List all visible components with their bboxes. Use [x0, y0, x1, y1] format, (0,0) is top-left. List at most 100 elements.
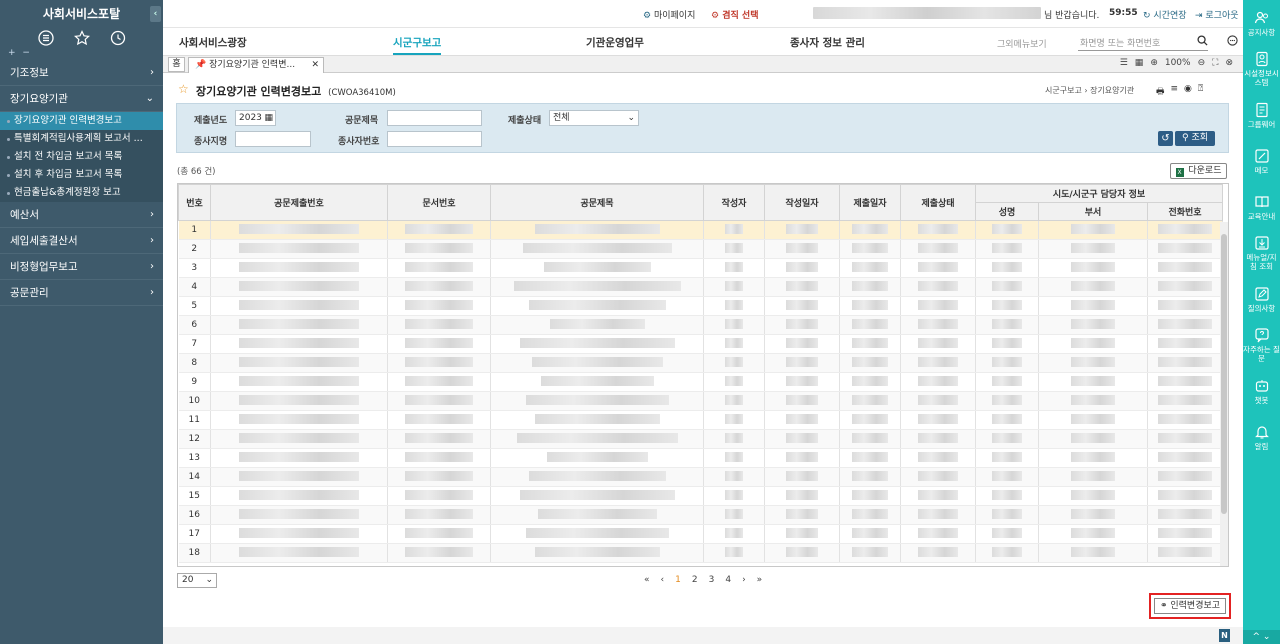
next-page-button[interactable]: ›: [742, 575, 746, 585]
list-icon[interactable]: ≡: [1171, 84, 1179, 100]
table-row[interactable]: 2: [178, 239, 1224, 259]
sidebar-menu-ltc-institution[interactable]: 장기요양기관 ⌄: [0, 86, 163, 112]
quick-chatbot[interactable]: 챗봇: [1243, 368, 1280, 414]
role-select-link[interactable]: ⚙ 겸직 선택: [711, 8, 758, 21]
favorite-star-icon[interactable]: [73, 29, 91, 47]
page-button[interactable]: 3: [709, 575, 715, 585]
tab-current-page[interactable]: 📌 장기요양기관 인력변... ✕: [188, 57, 324, 73]
col-header-no[interactable]: 번호: [178, 184, 211, 221]
quick-notice[interactable]: 공지사항: [1243, 0, 1280, 46]
table-row[interactable]: 3: [178, 258, 1224, 278]
sidebar-subitem-cash-ledger[interactable]: 현금출납&총계정원장 보고: [0, 184, 163, 202]
first-page-button[interactable]: «: [644, 575, 650, 585]
quick-notifications[interactable]: 알림: [1243, 414, 1280, 460]
nav-institution-ops[interactable]: 기관운영업무: [586, 35, 644, 50]
sidebar-subitem-loan-before[interactable]: 설치 전 차입금 보고서 목록: [0, 148, 163, 166]
close-all-icon[interactable]: ⊗: [1225, 58, 1233, 68]
quick-facility-system[interactable]: 시설정보시스템: [1243, 46, 1280, 92]
page-button[interactable]: 4: [725, 575, 731, 585]
col-header-officer-phone[interactable]: 전화번호: [1146, 202, 1224, 221]
quick-bar-scroll[interactable]: ^ ⌄: [1243, 630, 1280, 644]
staff-change-report-button[interactable]: ⚭ 인력변경보고: [1154, 598, 1226, 614]
table-row[interactable]: 13: [178, 448, 1224, 468]
search-button[interactable]: ⚲ 조회: [1175, 131, 1215, 146]
quick-memo[interactable]: 메모: [1243, 138, 1280, 184]
last-page-button[interactable]: »: [757, 575, 763, 585]
sidebar-menu-settlement[interactable]: 세입세출결산서 ›: [0, 228, 163, 254]
sidebar-menu-basic-info[interactable]: 기조정보 ›: [0, 60, 163, 86]
table-row[interactable]: 14: [178, 467, 1224, 487]
quick-faq[interactable]: 자주하는 질문: [1243, 322, 1280, 368]
col-header-doc-no[interactable]: 문서번호: [387, 184, 491, 221]
nav-social-service-plaza[interactable]: 사회서비스광장: [179, 35, 247, 50]
sidebar-subitem-loan-after[interactable]: 설치 후 차입금 보고서 목록: [0, 166, 163, 184]
prev-page-button[interactable]: ‹: [661, 575, 665, 585]
doc-title-input[interactable]: [387, 110, 482, 126]
search-icon[interactable]: [1197, 35, 1208, 49]
help-icon[interactable]: ⍰: [1198, 84, 1203, 100]
page-button[interactable]: 1: [675, 575, 681, 585]
tab-grid-icon[interactable]: ▦: [1135, 58, 1144, 68]
col-header-submit-no[interactable]: 공문제출번호: [210, 184, 388, 221]
zoom-icon[interactable]: ⊕: [1150, 58, 1158, 68]
table-row[interactable]: 5: [178, 296, 1224, 316]
quick-groupware[interactable]: 그룹웨어: [1243, 92, 1280, 138]
table-row[interactable]: 17: [178, 524, 1224, 544]
col-header-submit-date[interactable]: 제출일자: [839, 184, 901, 221]
table-row[interactable]: 4: [178, 277, 1224, 297]
table-row[interactable]: 7: [178, 334, 1224, 354]
quick-manual[interactable]: 메뉴얼/지침 조회: [1243, 230, 1280, 276]
col-header-written-date[interactable]: 작성일자: [764, 184, 840, 221]
scrollbar-thumb[interactable]: [1221, 234, 1227, 514]
table-row[interactable]: 12: [178, 429, 1224, 449]
quick-education[interactable]: 교육안내: [1243, 184, 1280, 230]
col-header-writer[interactable]: 작성자: [703, 184, 765, 221]
sidebar-subitem-special-account[interactable]: 특별회계적립사용계획 보고서 ...: [0, 130, 163, 148]
page-button[interactable]: 2: [692, 575, 698, 585]
extend-session-button[interactable]: ↻ 시간연장: [1143, 8, 1187, 21]
calendar-icon[interactable]: ▦: [264, 111, 273, 125]
table-row[interactable]: 16: [178, 505, 1224, 525]
download-button[interactable]: X 다운로드: [1170, 163, 1227, 179]
fullscreen-icon[interactable]: ⛶: [1212, 58, 1218, 68]
col-header-doc-title[interactable]: 공문제목: [490, 184, 704, 221]
mypage-link[interactable]: ⚙ 마이페이지: [643, 8, 695, 21]
grid-scrollbar[interactable]: [1220, 222, 1228, 566]
tab-close-icon[interactable]: ✕: [311, 58, 319, 72]
screen-search-input[interactable]: 화면명 또는 화면번호: [1078, 33, 1208, 51]
table-row[interactable]: 18: [178, 543, 1224, 563]
table-row[interactable]: 8: [178, 353, 1224, 373]
table-row[interactable]: 1: [178, 220, 1224, 240]
nav-worker-info[interactable]: 종사자 정보 관리: [790, 35, 865, 50]
branch-input[interactable]: [235, 131, 311, 147]
year-input[interactable]: 2023 ▦: [235, 110, 276, 126]
camera-icon[interactable]: ◉: [1184, 84, 1192, 100]
other-menu-link[interactable]: 그외메뉴보기: [997, 37, 1047, 50]
sidebar-menu-irregular-report[interactable]: 비정형업무보고 ›: [0, 254, 163, 280]
worker-no-input[interactable]: [387, 131, 482, 147]
table-row[interactable]: 6: [178, 315, 1224, 335]
col-header-officer-dept[interactable]: 부서: [1038, 202, 1148, 221]
sidebar-subitem-staff-change[interactable]: 장기요양기관 인력변경보고: [0, 112, 163, 130]
logout-button[interactable]: ⇥ 로그아웃: [1195, 8, 1239, 21]
sidebar-menu-budget[interactable]: 예산서 ›: [0, 202, 163, 228]
col-header-officer-name[interactable]: 성명: [975, 202, 1039, 221]
status-select[interactable]: 전체 ⌄: [549, 110, 639, 126]
tab-list-icon[interactable]: ☰: [1120, 58, 1128, 68]
table-row[interactable]: 11: [178, 410, 1224, 430]
quick-inquiry[interactable]: 질의사항: [1243, 276, 1280, 322]
sidebar-menu-document-mgmt[interactable]: 공문관리 ›: [0, 280, 163, 306]
notification-badge[interactable]: N: [1219, 629, 1230, 642]
table-row[interactable]: 15: [178, 486, 1224, 506]
page-size-select[interactable]: 20 ⌄: [177, 573, 217, 588]
tab-home[interactable]: 홈: [168, 57, 185, 72]
sidebar-collapse-button[interactable]: ‹: [150, 6, 161, 22]
menu-list-icon[interactable]: [37, 29, 55, 47]
chat-icon[interactable]: [1227, 35, 1238, 49]
nav-sigungu-report[interactable]: 시군구보고: [393, 35, 442, 55]
print-icon[interactable]: 🖶: [1156, 84, 1165, 100]
reset-button[interactable]: ↺: [1158, 131, 1173, 146]
expand-collapse-all[interactable]: + −: [0, 48, 163, 60]
recent-clock-icon[interactable]: [109, 29, 127, 47]
col-header-submit-status[interactable]: 제출상태: [900, 184, 976, 221]
